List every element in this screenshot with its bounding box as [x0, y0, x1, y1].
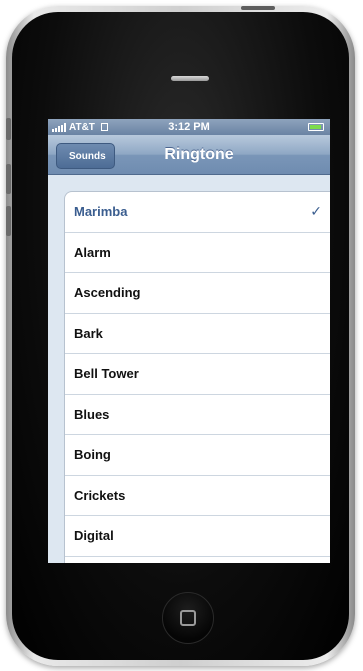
mute-switch[interactable] [6, 118, 11, 140]
status-time: 3:12 PM [168, 121, 210, 133]
ringtone-label: Boing [74, 447, 111, 463]
ringtone-list: Marimba ✓ Alarm Ascending Bark Bell Towe… [64, 191, 330, 563]
ringtone-label: Bark [74, 325, 103, 341]
ringtone-label: Digital [74, 528, 114, 544]
battery-icon [308, 123, 324, 131]
page-title: Ringtone [164, 146, 234, 163]
ringtone-label: Ascending [74, 285, 141, 301]
ringtone-item[interactable]: Digital [65, 516, 330, 557]
status-bar: AT&T 3:12 PM [48, 119, 330, 135]
ringtone-item[interactable]: Ascending [65, 273, 330, 314]
ringtone-item[interactable]: Crickets [65, 476, 330, 516]
ringtone-item[interactable]: Bell Tower [65, 354, 330, 395]
battery-level [310, 125, 321, 129]
ringtone-label: Blues [74, 406, 110, 422]
ringtone-item[interactable]: Marimba ✓ [65, 192, 330, 233]
phone-face: AT&T 3:12 PM Sounds Ringtone Marimba ✓ A… [12, 12, 349, 660]
ringtone-item[interactable]: Blues [65, 395, 330, 435]
ringtone-label: Marimba [74, 204, 128, 220]
home-square-icon [180, 610, 196, 626]
home-button[interactable] [162, 592, 214, 644]
ringtone-label: Alarm [74, 244, 111, 260]
sleep-wake-button[interactable] [241, 6, 275, 10]
volume-up-button[interactable] [6, 164, 11, 194]
ringtone-item[interactable]: Boing [65, 435, 330, 476]
checkmark-icon: ✓ [310, 203, 322, 220]
ringtone-label: Crickets [74, 487, 126, 503]
ringtone-label: Bell Tower [74, 366, 139, 382]
navigation-bar: Sounds Ringtone [48, 135, 330, 175]
volume-down-button[interactable] [6, 206, 11, 236]
earpiece-speaker [171, 76, 209, 81]
iphone-device: AT&T 3:12 PM Sounds Ringtone Marimba ✓ A… [6, 6, 355, 666]
ringtone-item[interactable]: Alarm [65, 233, 330, 273]
ringtone-item[interactable]: Bark [65, 314, 330, 354]
screen: AT&T 3:12 PM Sounds Ringtone Marimba ✓ A… [48, 119, 330, 563]
